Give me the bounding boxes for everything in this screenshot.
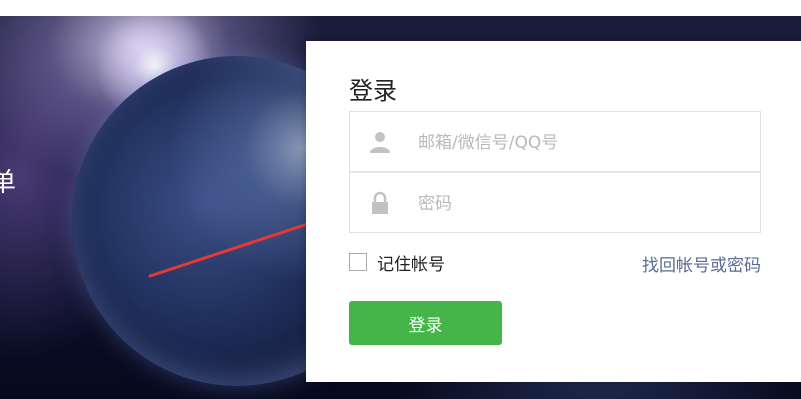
remember-account[interactable]: 记住帐号	[349, 251, 445, 275]
user-icon	[368, 130, 392, 154]
lock-icon	[368, 191, 392, 215]
forgot-link[interactable]: 找回帐号或密码	[642, 251, 761, 276]
login-button[interactable]: 登录	[349, 301, 502, 345]
login-title: 登录	[349, 77, 397, 105]
password-field[interactable]	[349, 172, 761, 233]
account-input[interactable]	[416, 126, 740, 160]
login-panel: 登录 记住帐号 找回帐号或密码 登录	[306, 41, 801, 382]
password-input[interactable]	[416, 187, 740, 221]
account-field[interactable]	[349, 111, 761, 172]
hero-partial-text: 单	[0, 168, 17, 198]
top-strip	[0, 0, 801, 16]
remember-label: 记住帐号	[377, 254, 445, 275]
remember-checkbox[interactable]	[349, 253, 367, 271]
